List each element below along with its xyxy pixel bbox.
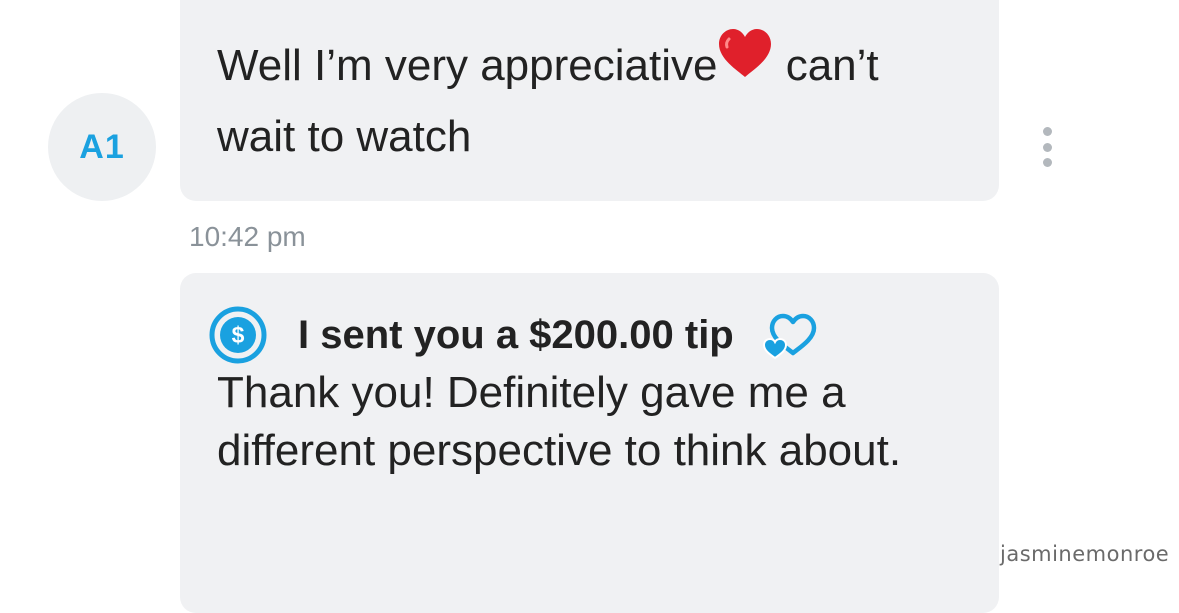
more-options-icon[interactable] bbox=[1038, 127, 1056, 167]
message-bubble-received[interactable]: Well I’m very appreciative can’t wait to… bbox=[180, 0, 999, 201]
tip-label: I sent you a $200.00 tip bbox=[298, 312, 734, 357]
message-text: Well I’m very appreciative can’t wait to… bbox=[217, 27, 963, 172]
message-timestamp: 10:42 pm bbox=[189, 221, 306, 252]
tip-message-bubble[interactable]: $ I sent you a $200.00 tip Thank you! De… bbox=[180, 273, 999, 613]
hearts-outline-icon bbox=[762, 313, 816, 360]
dollar-circle-icon: $ bbox=[209, 306, 267, 364]
svg-text:$: $ bbox=[232, 322, 245, 348]
watermark: jasminemonroe bbox=[1000, 542, 1170, 566]
tip-row: $ I sent you a $200.00 tip bbox=[209, 305, 969, 365]
tip-message-text: Thank you! Definitely gave me a differen… bbox=[217, 368, 902, 475]
red-heart-icon bbox=[717, 27, 773, 100]
avatar[interactable]: A1 bbox=[48, 93, 156, 201]
message-text-part1: Well I’m very appreciative bbox=[217, 41, 718, 90]
avatar-initials: A1 bbox=[79, 127, 125, 166]
